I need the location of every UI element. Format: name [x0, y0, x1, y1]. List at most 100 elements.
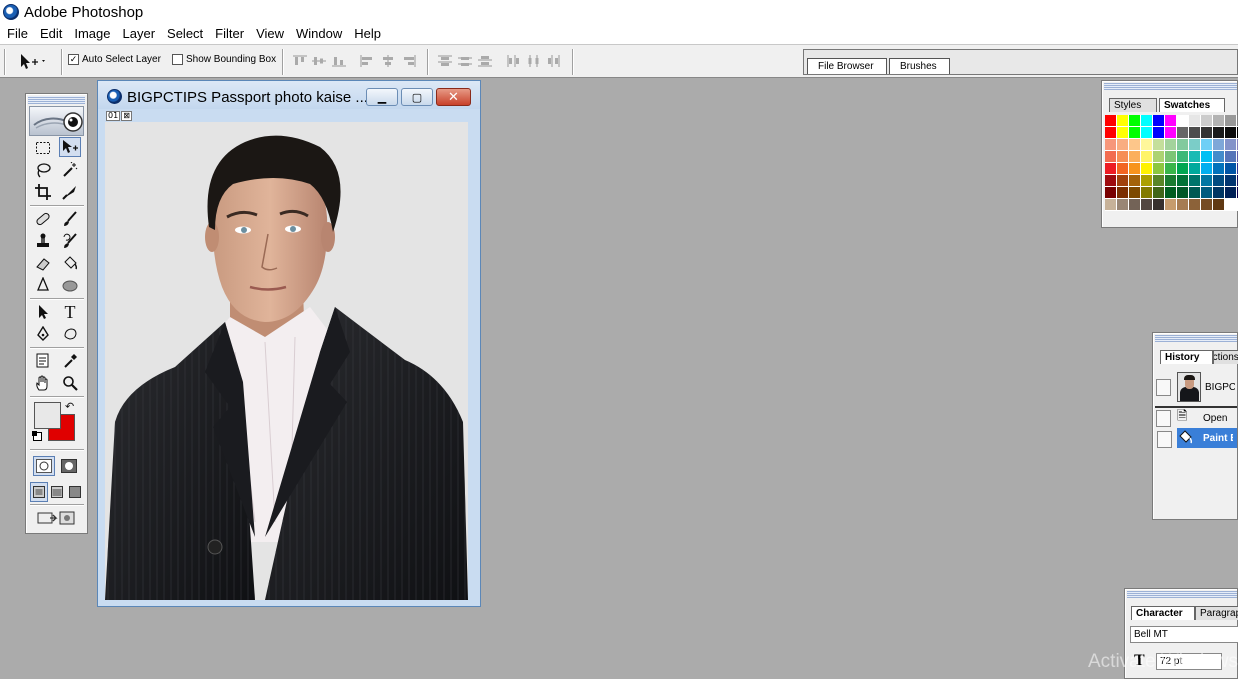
color-swatch[interactable] [1189, 199, 1201, 211]
color-swatch[interactable] [1165, 127, 1177, 139]
color-swatch[interactable] [1177, 139, 1189, 151]
history-snapshot-row[interactable]: BIGPCTIPS Passport photo kaise banaye [1156, 371, 1237, 403]
type-tool[interactable]: T [59, 302, 81, 322]
history-state-checkbox[interactable] [1157, 431, 1172, 448]
tab-swatches[interactable]: Swatches [1159, 98, 1225, 112]
menu-image[interactable]: Image [67, 24, 115, 44]
move-tool[interactable] [59, 137, 81, 157]
jump-to-imageready-button[interactable] [32, 508, 82, 528]
color-swatch[interactable] [1189, 151, 1201, 163]
color-swatch[interactable] [1153, 187, 1165, 199]
color-swatch[interactable] [1225, 175, 1237, 187]
color-swatch[interactable] [1225, 115, 1237, 127]
clone-stamp-tool[interactable] [32, 231, 54, 251]
tool-preset-picker[interactable] [18, 52, 48, 72]
color-swatch[interactable] [1165, 175, 1177, 187]
lasso-tool[interactable] [32, 160, 54, 180]
menu-help[interactable]: Help [347, 24, 386, 44]
color-swatch[interactable] [1105, 199, 1117, 211]
color-swatch[interactable] [1225, 139, 1237, 151]
color-swatch[interactable] [1129, 187, 1141, 199]
magic-wand-tool[interactable] [59, 160, 81, 180]
color-swatch[interactable] [1213, 139, 1225, 151]
snapshot-source-checkbox[interactable] [1156, 378, 1171, 396]
blur-tool[interactable] [32, 275, 54, 295]
document-canvas[interactable] [105, 122, 468, 600]
color-swatch[interactable] [1153, 127, 1165, 139]
color-swatch[interactable] [1117, 139, 1129, 151]
notes-tool[interactable] [32, 351, 54, 371]
color-swatch[interactable] [1201, 175, 1213, 187]
color-swatch[interactable] [1141, 199, 1153, 211]
color-swatch[interactable] [1201, 151, 1213, 163]
color-swatch[interactable] [1213, 199, 1225, 211]
show-bounding-box-checkbox[interactable]: Show Bounding Box [172, 54, 276, 65]
crop-tool[interactable] [32, 182, 54, 202]
show-bounding-box-box[interactable] [172, 54, 183, 65]
color-swatch[interactable] [1105, 139, 1117, 151]
swap-colors-icon[interactable]: ↶ [65, 400, 74, 413]
color-swatch[interactable] [1105, 163, 1117, 175]
color-swatch[interactable] [1213, 187, 1225, 199]
healing-brush-tool[interactable] [32, 209, 54, 229]
color-swatch[interactable] [1177, 163, 1189, 175]
menu-filter[interactable]: Filter [208, 24, 249, 44]
tab-history[interactable]: History [1160, 350, 1213, 364]
color-swatch[interactable] [1117, 175, 1129, 187]
color-swatch[interactable] [1225, 127, 1237, 139]
color-swatch[interactable] [1189, 127, 1201, 139]
palette-well-tab-brushes[interactable]: Brushes [889, 58, 950, 74]
menu-layer[interactable]: Layer [116, 24, 161, 44]
color-swatch[interactable] [1225, 199, 1237, 211]
tab-paragraph[interactable]: Paragraph [1195, 606, 1238, 620]
color-swatch[interactable] [1141, 187, 1153, 199]
align-vertical-center-icon[interactable] [311, 55, 327, 67]
distribute-top-icon[interactable] [437, 55, 453, 67]
character-palette-drag-bar[interactable] [1127, 591, 1237, 598]
color-swatch[interactable] [1153, 175, 1165, 187]
color-swatch[interactable] [1189, 163, 1201, 175]
color-swatch[interactable] [1141, 175, 1153, 187]
history-state-open[interactable]: 🗎 Open [1156, 408, 1237, 428]
color-swatch[interactable] [1177, 127, 1189, 139]
tab-character[interactable]: Character [1131, 606, 1195, 620]
color-swatch[interactable] [1117, 199, 1129, 211]
dodge-tool[interactable] [59, 275, 81, 295]
rectangular-marquee-tool[interactable] [32, 138, 54, 158]
align-bottom-icon[interactable] [331, 55, 347, 67]
color-swatch[interactable] [1177, 115, 1189, 127]
distribute-horizontal-center-icon[interactable] [526, 55, 542, 67]
history-state-paint-bucket[interactable]: Paint Bucket [1177, 428, 1237, 448]
color-swatch[interactable] [1141, 139, 1153, 151]
color-swatch[interactable] [1129, 175, 1141, 187]
color-swatch[interactable] [1129, 151, 1141, 163]
align-horizontal-center-icon[interactable] [380, 55, 396, 67]
default-colors-icon[interactable] [32, 431, 42, 441]
color-swatch[interactable] [1177, 175, 1189, 187]
eraser-tool[interactable] [32, 253, 54, 273]
color-swatch[interactable] [1141, 115, 1153, 127]
history-state-checkbox[interactable] [1156, 409, 1171, 427]
auto-select-layer-box[interactable]: ✓ [68, 54, 79, 65]
zoom-tool[interactable] [59, 373, 81, 393]
path-selection-tool[interactable] [32, 302, 54, 322]
custom-shape-tool[interactable] [59, 324, 81, 344]
color-swatch[interactable] [1201, 139, 1213, 151]
color-swatch[interactable] [1129, 139, 1141, 151]
distribute-vertical-center-icon[interactable] [457, 55, 473, 67]
align-left-icon[interactable] [360, 55, 376, 67]
color-swatch[interactable] [1225, 151, 1237, 163]
options-bar-grip[interactable] [4, 49, 6, 75]
color-swatch[interactable] [1117, 115, 1129, 127]
color-swatch[interactable] [1141, 127, 1153, 139]
color-swatch[interactable] [1213, 127, 1225, 139]
minimize-button[interactable]: ▁ [366, 88, 398, 106]
color-swatch[interactable] [1165, 187, 1177, 199]
history-brush-tool[interactable] [59, 231, 81, 251]
foreground-color-swatch[interactable] [34, 402, 61, 429]
color-swatch[interactable] [1153, 163, 1165, 175]
document-title-bar[interactable]: BIGPCTIPS Passport photo kaise ... ▁ ▢ ✕ [98, 81, 480, 109]
slice-tool[interactable] [59, 182, 81, 202]
paint-bucket-tool[interactable] [59, 253, 81, 273]
font-family-select[interactable]: Bell MT [1130, 626, 1238, 643]
